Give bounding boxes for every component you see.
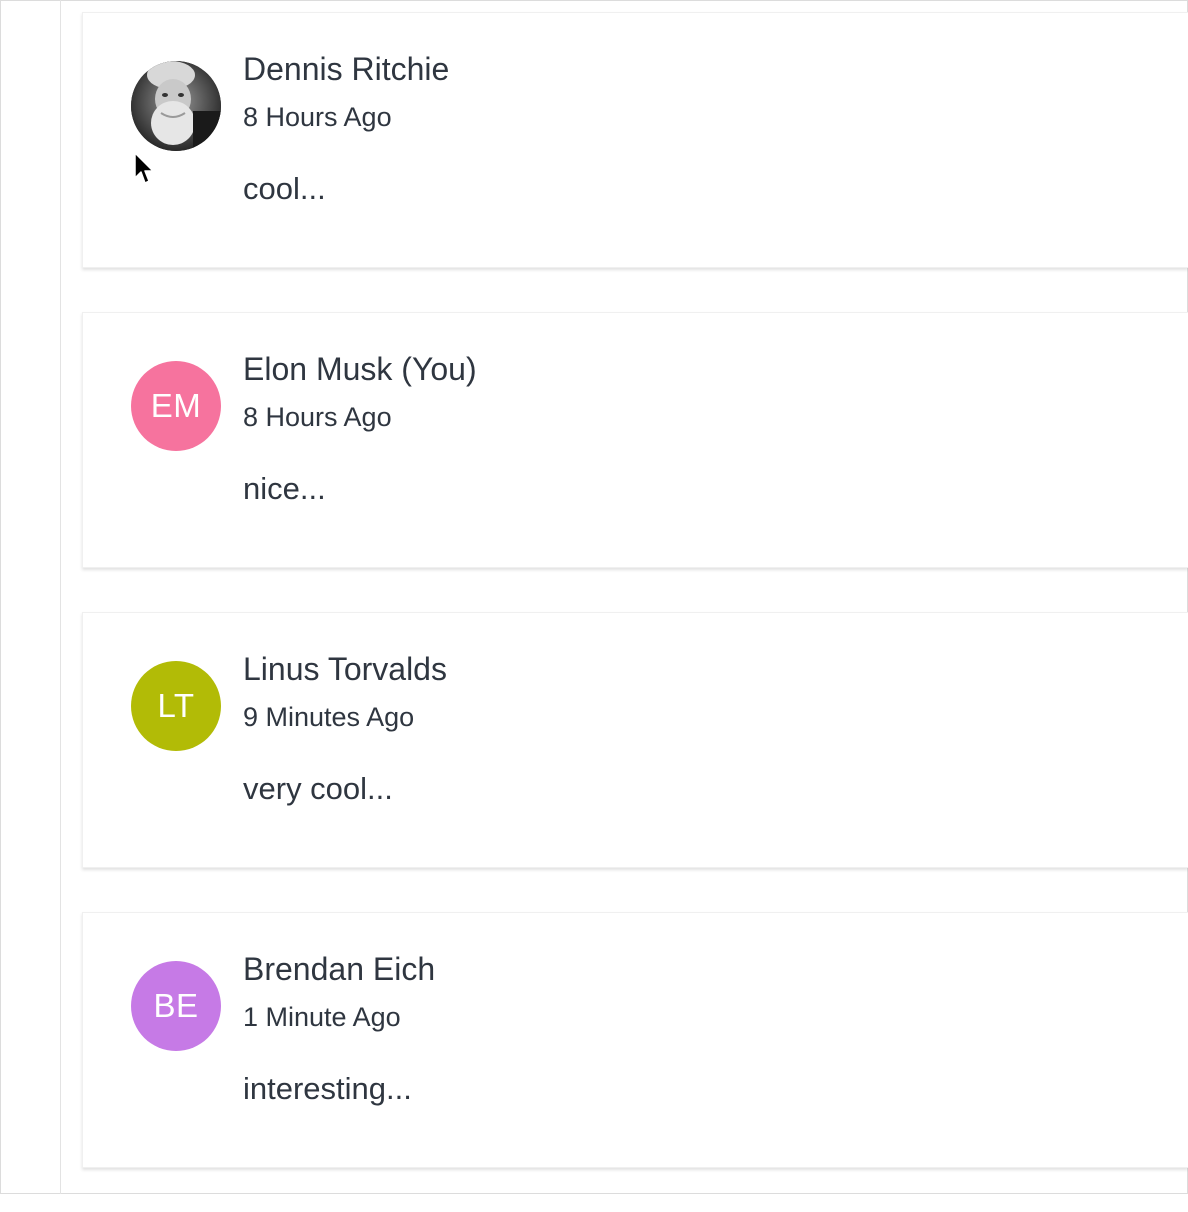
comment-card: LT Linus Torvalds 9 Minutes Ago very coo… <box>82 612 1188 868</box>
comment-text: interesting... <box>243 1071 412 1106</box>
comment-card: Dennis Ritchie 8 Hours Ago cool... <box>82 12 1188 268</box>
author-name[interactable]: Elon Musk (You) <box>243 349 1168 389</box>
avatar-photo[interactable] <box>131 61 221 151</box>
author-name[interactable]: Brendan Eich <box>243 949 1168 989</box>
comment-card: EM Elon Musk (You) 8 Hours Ago nice... <box>82 312 1188 568</box>
avatar-initials[interactable]: BE <box>131 961 221 1051</box>
comment-body: Elon Musk (You) 8 Hours Ago nice... <box>243 349 1168 509</box>
user-photo-icon <box>131 61 221 151</box>
avatar-initials[interactable]: EM <box>131 361 221 451</box>
comment-text: cool... <box>243 171 326 206</box>
comment-list: Dennis Ritchie 8 Hours Ago cool... EM El… <box>82 12 1188 1212</box>
comment-text: very cool... <box>243 771 393 806</box>
comment-timestamp: 9 Minutes Ago <box>243 702 415 732</box>
author-name[interactable]: Linus Torvalds <box>243 649 1168 689</box>
author-name[interactable]: Dennis Ritchie <box>243 49 1168 89</box>
comment-timestamp: 1 Minute Ago <box>243 1002 401 1032</box>
comment-card: BE Brendan Eich 1 Minute Ago interesting… <box>82 912 1188 1168</box>
comment-text: nice... <box>243 471 326 506</box>
comment-timestamp: 8 Hours Ago <box>243 102 392 132</box>
comment-timestamp: 8 Hours Ago <box>243 402 392 432</box>
comment-body: Dennis Ritchie 8 Hours Ago cool... <box>243 49 1168 209</box>
comment-body: Brendan Eich 1 Minute Ago interesting... <box>243 949 1168 1109</box>
avatar-initials[interactable]: LT <box>131 661 221 751</box>
left-rail-divider <box>60 0 61 1194</box>
comment-body: Linus Torvalds 9 Minutes Ago very cool..… <box>243 649 1168 809</box>
